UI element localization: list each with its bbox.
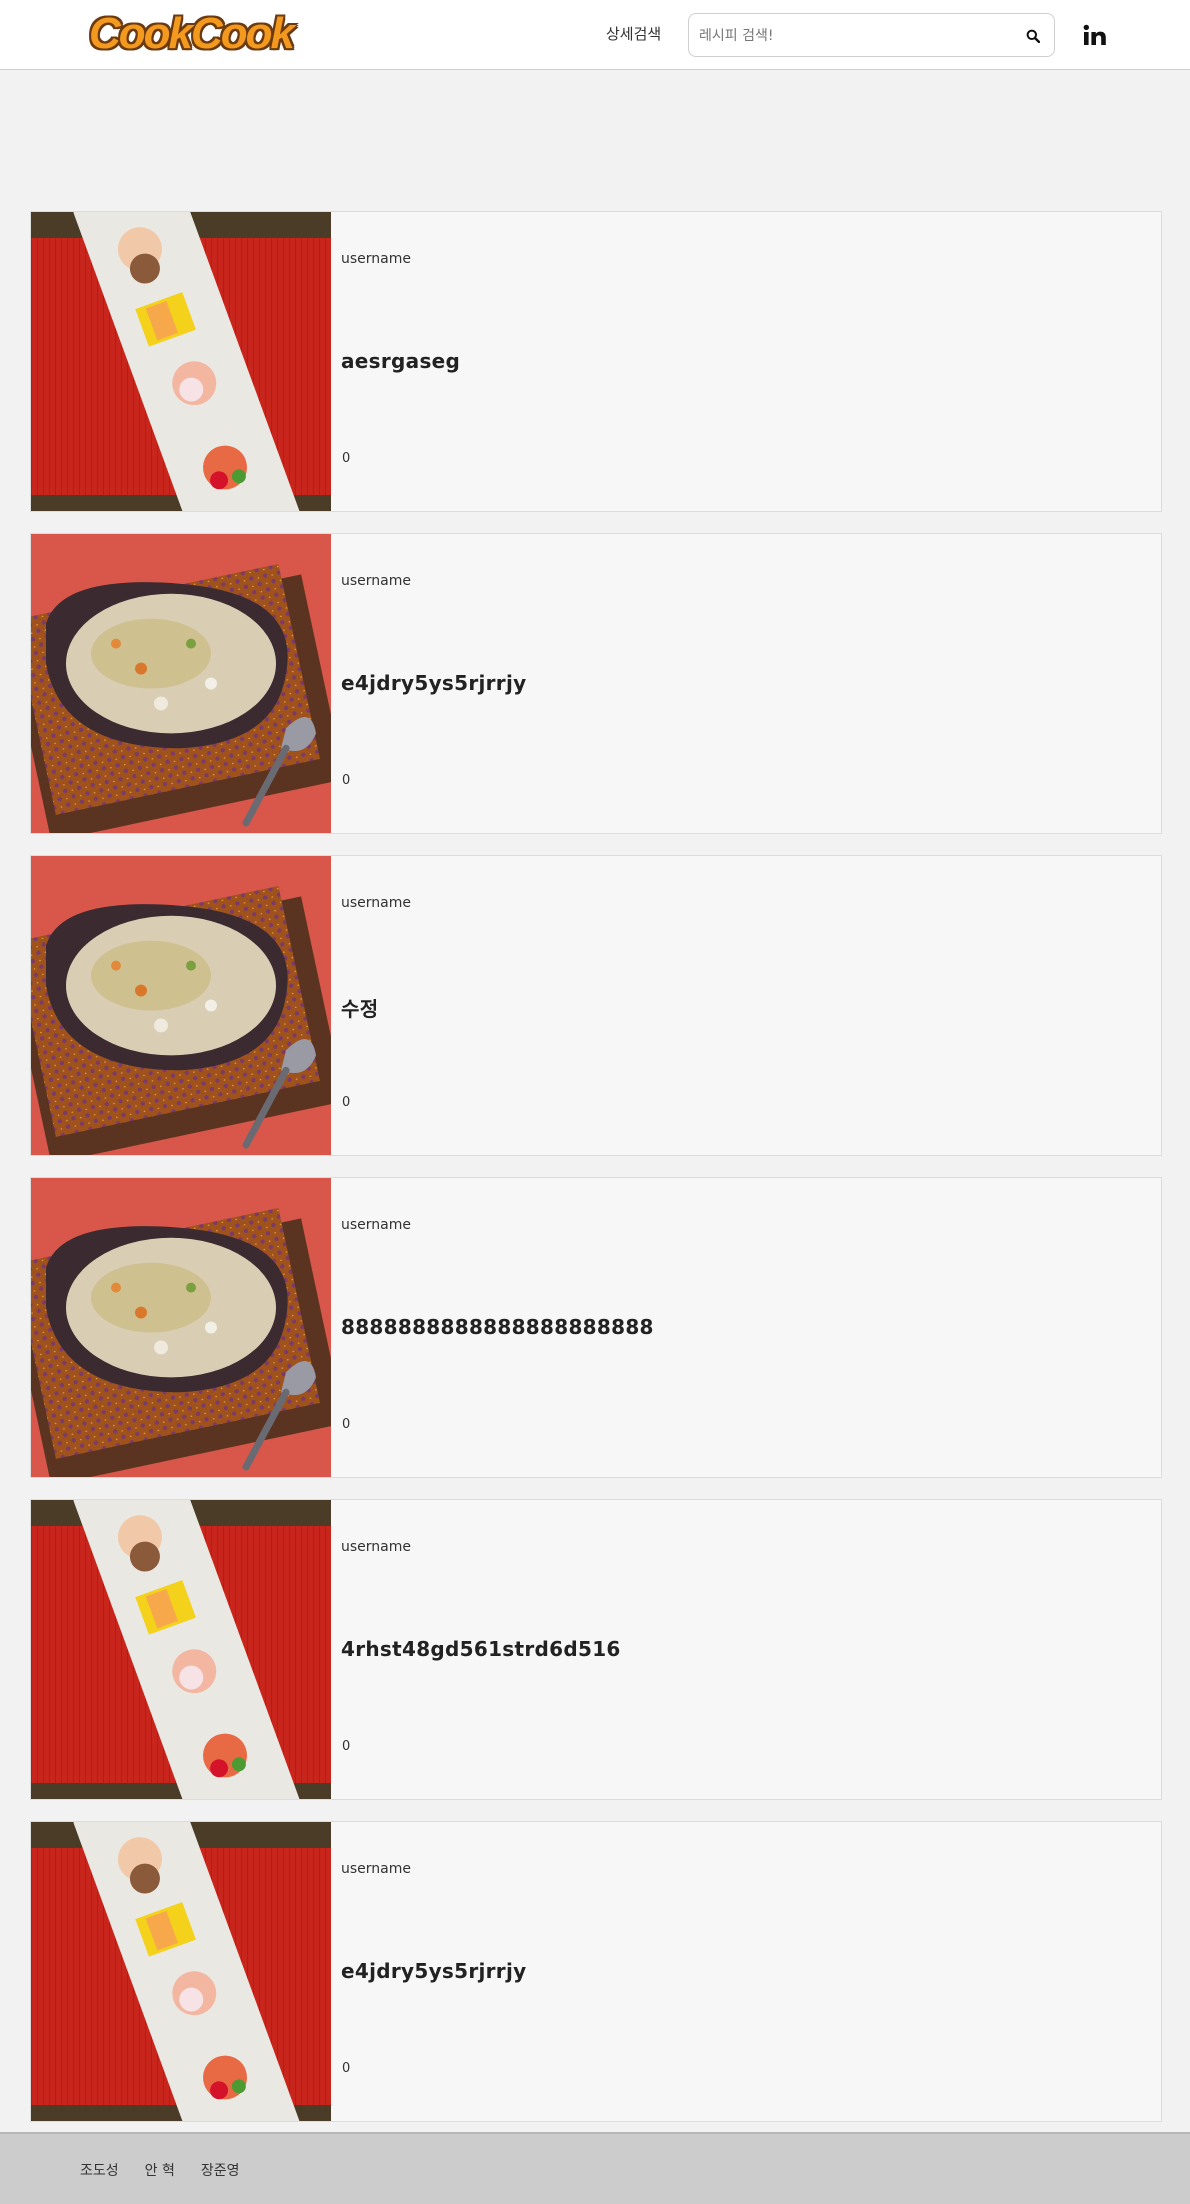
top-header: CookCook 상세검색 [0,0,1190,70]
recipe-like-count: 0 [342,1095,351,1110]
footer-names: 조도성 안 혁 장준영 [80,2160,240,2180]
recipe-card[interactable]: username 8888888888888888888888 0 [30,1177,1162,1478]
recipe-username: username [341,1861,411,1877]
recipe-card[interactable]: username 4rhst48gd561strd6d516 0 [30,1499,1162,1800]
recipe-title[interactable]: e4jdry5ys5rjrrjy [341,671,526,695]
recipe-username: username [341,1539,411,1555]
recipe-thumbnail[interactable] [31,1822,331,2121]
recipe-title[interactable]: 4rhst48gd561strd6d516 [341,1637,621,1661]
recipe-card[interactable]: username e4jdry5ys5rjrrjy 0 [30,533,1162,834]
recipe-title[interactable]: 수정 [341,993,378,1022]
recipe-card[interactable]: username aesrgaseg 0 [30,211,1162,512]
footer-member-name: 조도성 [80,2163,119,2179]
recipe-list: username aesrgaseg 0 username e4jdry5ys5rjrr… [30,211,1162,2143]
recipe-thumbnail[interactable] [31,534,331,833]
linkedin-icon[interactable] [1080,20,1110,50]
recipe-like-count: 0 [342,1417,351,1432]
recipe-thumbnail[interactable] [31,856,331,1155]
recipe-username: username [341,573,411,589]
footer-member-name: 장준영 [200,2163,240,2179]
recipe-username: username [341,895,411,911]
recipe-thumbnail[interactable] [31,1178,331,1477]
detail-search-link[interactable]: 상세검색 [606,24,661,44]
recipe-card[interactable]: username 수정 0 [30,855,1162,1156]
recipe-title[interactable]: aesrgaseg [341,349,460,373]
recipe-card[interactable]: username e4jdry5ys5rjrrjy 0 [30,1821,1162,2122]
footer-member-name: 안 혁 [144,2163,175,2179]
recipe-like-count: 0 [342,1739,351,1754]
recipe-username: username [341,1217,411,1233]
recipe-thumbnail[interactable] [31,1500,331,1799]
recipe-like-count: 0 [342,773,351,788]
search-icon[interactable] [1022,25,1044,47]
search-box [688,13,1055,57]
recipe-username: username [341,251,411,267]
cookcook-logo[interactable]: CookCook [89,10,295,58]
recipe-search-input[interactable] [699,24,999,48]
recipe-like-count: 0 [342,2061,351,2076]
recipe-thumbnail[interactable] [31,212,331,511]
recipe-like-count: 0 [342,451,351,466]
recipe-title[interactable]: 8888888888888888888888 [341,1315,654,1339]
recipe-title[interactable]: e4jdry5ys5rjrrjy [341,1959,526,1983]
footer: 조도성 안 혁 장준영 [0,2132,1190,2204]
